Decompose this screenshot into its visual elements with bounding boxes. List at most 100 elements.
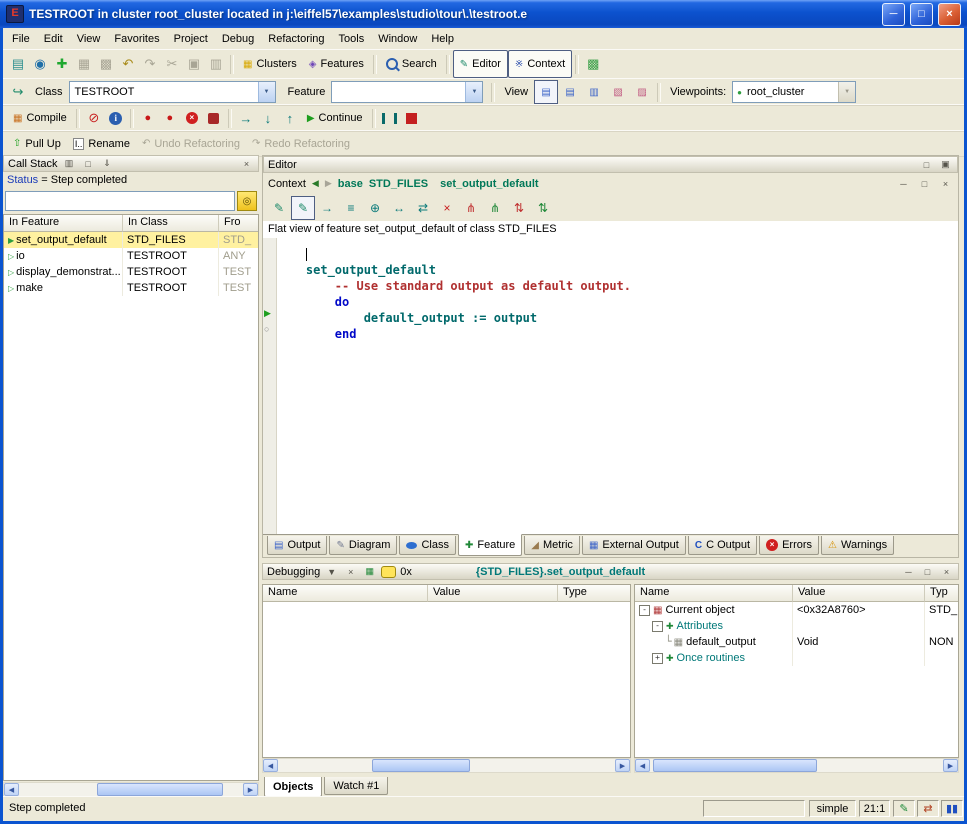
favorites-grid-icon[interactable]: ▩ [582,53,604,75]
scroll-right-icon[interactable]: ▶ [943,759,958,772]
debugging-minimize-icon[interactable]: ─ [901,565,916,578]
call-stack-export-icon[interactable]: ⇓ [100,157,115,170]
undo-refactoring-button[interactable]: ↶ Undo Refactoring [136,131,246,157]
close-button[interactable]: × [938,3,961,26]
col-value[interactable]: Value [793,585,925,602]
remove-marks-icon[interactable]: × [435,196,459,220]
disable-breakpoints-icon[interactable]: ⊘ [83,107,105,129]
tab-output[interactable]: ▤Output [267,536,327,555]
redo-icon[interactable]: ↷ [139,53,161,75]
scroll-left-icon[interactable]: ◀ [4,783,19,796]
editor-gutter[interactable]: ▶ ○ [263,238,277,535]
breakpoint-slot-icon[interactable]: ○ [264,324,269,334]
breakpoint-disable-icon[interactable]: ● [159,107,181,129]
tab-feature[interactable]: ✚Feature [458,534,522,556]
context-toggle-button[interactable]: ※ Context [508,50,572,78]
context-close-icon[interactable]: × [938,177,953,190]
descendants-icon[interactable]: ⋔ [483,196,507,220]
call-stack-copy-icon[interactable]: ▥ [62,157,77,170]
watch-table-hscrollbar[interactable]: ◀ ▶ [262,758,631,773]
view-clickable-button[interactable]: ▤ [558,80,582,104]
stop-points-icon[interactable] [203,107,225,129]
info-icon[interactable]: i [105,107,127,129]
breadcrumb-cluster[interactable]: base [338,178,363,190]
call-stack-hscrollbar[interactable]: ◀ ▶ [3,782,259,797]
history-forward-icon[interactable]: ▶ [325,178,332,189]
col-in-feature[interactable]: In Feature [4,215,123,232]
object-tree-row[interactable]: -✚Attributes [635,618,958,634]
sync-state-icon[interactable]: ⇄ [917,800,939,817]
edit-state-icon[interactable]: ✎ [893,800,915,817]
send-to-external-icon[interactable]: ↪ [7,81,29,103]
call-stack-close-icon[interactable]: × [239,157,254,170]
continue-button[interactable]: ▶ Continue [301,105,369,131]
object-tree-row[interactable]: -▦Current object <0x32A8760> STD_ [635,602,958,618]
call-stack-filter-input[interactable] [5,191,235,211]
debugging-maximize-icon[interactable]: □ [920,565,935,578]
tab-warnings[interactable]: ⚠Warnings [821,536,894,555]
scroll-right-icon[interactable]: ▶ [243,783,258,796]
collapse-icon[interactable]: - [639,605,650,616]
viewpoints-combo[interactable]: ● root_cluster ▼ [732,81,856,103]
exchange-view-icon[interactable]: ⇄ [411,196,435,220]
editor-toggle-button[interactable]: ✎ Editor [453,50,508,78]
hex-format-icon[interactable] [381,566,396,578]
breadcrumb-feature[interactable]: set_output_default [440,178,538,190]
viewpoints-combo-arrow-icon[interactable]: ▼ [838,82,855,102]
object-tree-row[interactable]: +✚Once routines [635,650,958,666]
debugging-close-icon[interactable]: × [343,565,358,578]
add-breakpoint-icon[interactable]: ⊕ [363,196,387,220]
remove-breakpoints-icon[interactable]: × [181,107,203,129]
call-stack-row[interactable]: ▷io TESTROOT ANY [4,248,258,264]
col-type[interactable]: Type [558,585,630,602]
scroll-thumb[interactable] [653,759,817,772]
objects-table-hscrollbar[interactable]: ◀ ▶ [634,758,959,773]
panes-icon[interactable]: ▮▮ [941,800,963,817]
feature-combo-arrow-icon[interactable]: ▼ [465,82,482,102]
object-tree-row[interactable]: └▦default_output Void NON [635,634,958,650]
grab-expression-button[interactable]: ◎ [237,191,257,211]
minimize-button[interactable]: ─ [882,3,905,26]
edit-feature-icon[interactable]: ✎ [267,196,291,220]
code-editor[interactable]: ▶ ○ set_output_default -- Use standard o… [263,238,958,535]
feature-combo[interactable]: ▼ [331,81,483,103]
copy-icon[interactable]: ▣ [183,53,205,75]
menu-help[interactable]: Help [424,30,461,48]
history-back-icon[interactable]: ◀ [312,178,319,189]
objects-gr[interactable]: ▦ [362,565,377,578]
open-icon[interactable]: ◉ [29,53,51,75]
menu-refactoring[interactable]: Refactoring [261,30,331,48]
menu-view[interactable]: View [70,30,108,48]
view-basic-button[interactable]: ▤ [534,80,558,104]
tab-class[interactable]: Class [399,536,456,555]
scroll-right-icon[interactable]: ▶ [615,759,630,772]
breakpoint-enable-icon[interactable]: ● [137,107,159,129]
features-button[interactable]: ◈ Features [303,51,370,77]
new-document-icon[interactable]: ▤ [7,53,29,75]
edit-external-icon[interactable]: ✎ [291,196,315,220]
tab-objects[interactable]: Objects [264,777,322,797]
cut-icon[interactable]: ✂ [161,53,183,75]
paste-icon[interactable]: ▥ [205,53,227,75]
debugging-close2-icon[interactable]: × [939,565,954,578]
show-lines-icon[interactable]: ≡ [339,196,363,220]
call-stack-window-icon[interactable]: □ [81,157,96,170]
pause-icon[interactable] [379,107,401,129]
col-name[interactable]: Name [263,585,428,602]
save-icon[interactable]: ▦ [73,53,95,75]
menu-file[interactable]: File [5,30,37,48]
menu-favorites[interactable]: Favorites [107,30,166,48]
tab-metric[interactable]: ◢Metric [524,536,580,555]
menu-edit[interactable]: Edit [37,30,70,48]
view-flat-contract-button[interactable]: ▨ [630,80,654,104]
menu-project[interactable]: Project [167,30,215,48]
tab-c-output[interactable]: CC Output [688,536,757,555]
col-value[interactable]: Value [428,585,558,602]
scroll-left-icon[interactable]: ◀ [635,759,650,772]
editor-maximize-icon[interactable]: ▣ [938,158,953,171]
undo-icon[interactable]: ↶ [117,53,139,75]
pull-up-button[interactable]: ⇧ Pull Up [7,131,67,157]
clusters-button[interactable]: ▦ Clusters [237,51,303,77]
add-icon[interactable]: ✚ [51,53,73,75]
context-maximize-icon[interactable]: □ [917,177,932,190]
